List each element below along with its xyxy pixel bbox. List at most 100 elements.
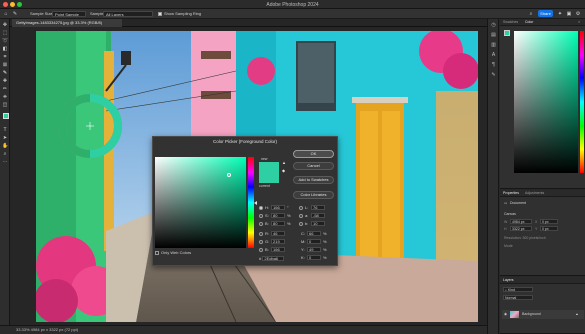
color-libraries-button[interactable]: Color Libraries	[293, 191, 334, 199]
green-radio[interactable]	[259, 239, 263, 244]
resolution-text: Resolution: 300 pixels/inch	[504, 236, 546, 240]
canvas-y-input[interactable]: 0 px	[540, 226, 558, 231]
tab-color[interactable]: Color	[525, 20, 533, 24]
show-ring-checkbox[interactable]	[158, 12, 162, 16]
move-tool-icon[interactable]: ✥	[2, 22, 8, 28]
frame-tool-icon[interactable]: ⊠	[2, 62, 8, 68]
eyedropper-icon[interactable]: ✎	[12, 11, 18, 17]
layer-row-background[interactable]: ◉ Background 🔒︎	[502, 310, 584, 319]
color-selection-marker[interactable]	[227, 173, 231, 177]
red-radio[interactable]	[259, 231, 263, 236]
hue-radio[interactable]	[259, 205, 263, 210]
magenta-field[interactable]: M: 0%	[301, 239, 327, 245]
libraries-panel-icon[interactable]: ▥	[491, 43, 496, 48]
cancel-button[interactable]: Cancel	[293, 162, 334, 170]
tab-layers[interactable]: Layers	[503, 278, 514, 282]
hue-slider-handle[interactable]	[254, 201, 257, 205]
search-icon[interactable]: ⌕	[528, 11, 534, 17]
canvas-width-input[interactable]: 4984 px	[510, 219, 532, 224]
cyan-field[interactable]: C: 66%	[301, 231, 327, 237]
black-field[interactable]: K: 0%	[301, 255, 327, 261]
document-tab[interactable]: GettyImages-1483334275.jpg @ 33.3% (RGB/…	[12, 19, 122, 27]
lab-b-field[interactable]: b: 10	[299, 221, 325, 227]
type-tool-icon[interactable]: T	[2, 127, 8, 133]
saturation-field[interactable]: S: 80%	[259, 213, 291, 219]
layers-panel: Layers ⌕ Kind Normal ◉ Background 🔒︎	[500, 277, 585, 334]
path-select-tool-icon[interactable]: ➤	[2, 135, 8, 141]
home-icon[interactable]: ⌂	[3, 11, 9, 17]
clone-stamp-tool-icon[interactable]: ⎈	[2, 94, 8, 100]
canvas-height-input[interactable]: 3322 px	[510, 226, 532, 231]
web-safe-cube-icon[interactable]: ◆	[282, 169, 286, 173]
brightness-field[interactable]: B: 80%	[259, 221, 291, 227]
only-web-colors-option[interactable]: Only Web Colors	[155, 250, 191, 256]
panel-color-field[interactable]	[514, 31, 578, 173]
hex-field[interactable]: # 2Edba6	[259, 256, 285, 262]
crop-tool-icon[interactable]: ⌗	[2, 54, 8, 60]
sample-select[interactable]: All Layers	[103, 11, 153, 17]
canvas-x-input[interactable]: 0 px	[540, 219, 558, 224]
brightness-radio[interactable]	[259, 221, 263, 226]
green-field[interactable]: G: 219	[259, 239, 285, 245]
marquee-tool-icon[interactable]: ⬚	[2, 30, 8, 36]
new-color-swatch	[259, 162, 279, 173]
brush-tool-icon[interactable]: ✏	[2, 86, 8, 92]
history-panel-icon[interactable]: ◷	[491, 23, 496, 28]
properties-doc-label: Document	[510, 201, 526, 205]
layer-lock-icon[interactable]: 🔒︎	[576, 312, 578, 316]
add-to-swatches-button[interactable]: Add to Swatches	[293, 176, 334, 184]
healing-tool-icon[interactable]: ✚	[2, 78, 8, 84]
new-color-label: new	[261, 157, 268, 161]
blue-field[interactable]: B: 166	[259, 247, 285, 253]
blend-mode-select[interactable]: Normal	[503, 295, 533, 300]
only-web-colors-checkbox[interactable]	[155, 250, 159, 255]
out-of-gamut-warning-icon[interactable]: ▲	[282, 161, 286, 165]
eyedropper-tool-icon[interactable]: ✎	[2, 70, 8, 76]
color-picker-dialog: Color Picker (Foreground Color) new curr…	[152, 136, 338, 266]
yellow-field[interactable]: Y: 49%	[301, 247, 327, 253]
hand-tool-icon[interactable]: ✋	[2, 143, 8, 149]
lab-b-radio[interactable]	[299, 221, 303, 226]
layer-visibility-eye-icon[interactable]: ◉	[504, 312, 507, 316]
status-bar: 33.33% 4984 px x 3322 px (72 ppi)	[0, 325, 487, 334]
lab-a-radio[interactable]	[299, 213, 303, 218]
hex-input[interactable]: 2Edba6	[262, 256, 285, 262]
layer-filter-select[interactable]: ⌕ Kind	[503, 287, 533, 292]
tab-adjustments[interactable]: Adjustments	[525, 191, 544, 195]
workspace-icon[interactable]: ▣	[566, 11, 572, 17]
comments-panel-icon[interactable]: ▤	[491, 33, 496, 38]
tab-swatches[interactable]: Swatches	[503, 20, 518, 24]
foreground-color-swatch[interactable]	[3, 113, 9, 119]
layer-name: Background	[522, 312, 541, 316]
learn-icon[interactable]: ✦	[557, 11, 563, 17]
object-select-tool-icon[interactable]: ◧	[2, 46, 8, 52]
lab-l-radio[interactable]	[299, 205, 303, 210]
panel-hue-slider[interactable]	[580, 31, 584, 173]
lab-l-field[interactable]: L: 76	[299, 205, 325, 211]
more-tools-icon[interactable]: ⋯	[2, 159, 8, 165]
properties-panel: Properties Adjustments ▭ Document Canvas…	[500, 190, 585, 276]
settings-icon[interactable]: ⚙	[575, 11, 581, 17]
ok-button[interactable]: OK	[293, 150, 334, 158]
eraser-tool-icon[interactable]: ◫	[2, 102, 8, 108]
blue-radio[interactable]	[259, 247, 263, 252]
panel-foreground-swatch[interactable]	[504, 30, 510, 36]
canvas-y-label: Y	[535, 227, 538, 231]
saturation-brightness-field[interactable]	[155, 157, 246, 248]
share-button[interactable]: Share	[538, 10, 553, 17]
zoom-tool-icon[interactable]: ⌕	[2, 151, 8, 157]
sample-size-select[interactable]: Point Sample	[52, 11, 86, 17]
character-panel-icon[interactable]: A	[491, 53, 496, 58]
saturation-radio[interactable]	[259, 213, 263, 218]
paragraph-panel-icon[interactable]: ¶	[491, 63, 496, 68]
lasso-tool-icon[interactable]: ➰	[2, 38, 8, 44]
hue-field[interactable]: H: 166 °	[259, 205, 289, 211]
brushes-panel-icon[interactable]: ✎	[491, 73, 496, 78]
panel-menu-icon[interactable]: ≡	[578, 20, 580, 24]
mode-label: Mode	[504, 244, 513, 248]
lab-a-field[interactable]: a: -58	[299, 213, 325, 219]
document-tab-bar: GettyImages-1483334275.jpg @ 33.3% (RGB/…	[10, 19, 487, 27]
red-field[interactable]: R: 46	[259, 231, 285, 237]
tab-properties[interactable]: Properties	[503, 191, 519, 195]
current-color-swatch[interactable]	[259, 173, 279, 183]
